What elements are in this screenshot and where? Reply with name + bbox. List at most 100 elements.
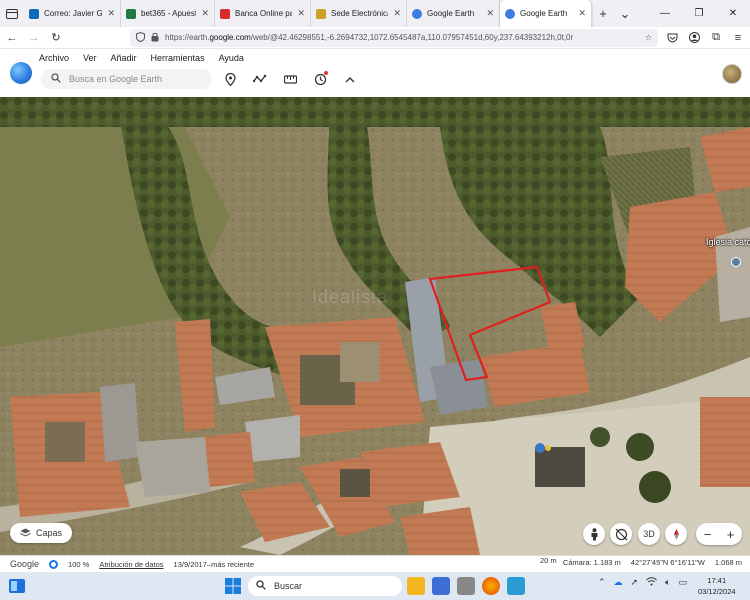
layers-button[interactable]: Capas [10, 523, 73, 543]
history-icon[interactable] [312, 71, 328, 87]
forward-button[interactable]: → [26, 30, 42, 46]
bookmark-star-icon[interactable]: ☆ [645, 33, 652, 42]
clock-date: 03/12/2024 [698, 587, 736, 596]
tab-title: Banca Online para e [235, 9, 292, 18]
back-button[interactable]: ← [4, 30, 20, 46]
account-icon[interactable] [686, 30, 702, 46]
address-bar[interactable]: https://earth.google.com/web/@42.4629855… [130, 28, 658, 47]
store-icon[interactable] [457, 577, 475, 595]
toggle-3d-button[interactable]: 3D [638, 523, 660, 545]
url-text: https://earth.google.com/web/@42.4629855… [165, 33, 574, 42]
taskbar-search-label: Buscar [274, 581, 303, 591]
google-brand: Google [10, 559, 40, 569]
search-icon [256, 580, 266, 592]
compass-icon[interactable] [665, 523, 687, 545]
camera-altitude: Cámara: 1.183 m [562, 558, 621, 567]
tab-close-icon[interactable]: ✕ [393, 8, 401, 19]
menu-item[interactable]: Archivo [39, 53, 69, 63]
place-label[interactable]: Iglesia cató [706, 237, 750, 247]
satellite-map-view[interactable]: Idealista Iglesia cató Capas 3D − + [0, 97, 750, 555]
zoom-controls: − + [696, 523, 742, 545]
browser-tab[interactable]: Correo: Javier Gonz ✕ [24, 0, 121, 27]
lock-icon[interactable] [151, 32, 159, 44]
onedrive-icon[interactable]: ☁ [614, 577, 623, 588]
wifi-icon[interactable] [646, 577, 657, 588]
place-pin-icon[interactable] [731, 257, 741, 267]
clock-time: 17:41 [707, 576, 727, 585]
menu-item[interactable]: Añadir [111, 53, 137, 63]
menu-item[interactable]: Ayuda [219, 53, 244, 63]
widgets-icon[interactable] [8, 578, 26, 594]
tab-favicon-icon [505, 8, 515, 19]
search-input[interactable]: Busca en Google Earth [41, 69, 212, 89]
tab-close-icon[interactable]: ✕ [201, 8, 209, 19]
search-icon [51, 73, 61, 85]
browser-tab[interactable]: Sede Electrónica de ✕ [311, 0, 407, 27]
clock[interactable]: 17:41 03/12/2024 [698, 575, 736, 597]
toggle-3d-label: 3D [643, 529, 655, 539]
pocket-icon[interactable] [664, 30, 680, 46]
tab-title: bet365 - Apuestas d [141, 9, 197, 18]
minimize-button[interactable]: — [648, 0, 682, 27]
reload-button[interactable]: ↻ [48, 30, 64, 46]
draw-path-icon[interactable] [252, 71, 268, 87]
firefox-icon[interactable] [482, 577, 500, 595]
pegman-street-view-icon[interactable] [583, 523, 605, 545]
placemark-pin-icon[interactable] [222, 71, 238, 87]
tab-close-icon[interactable]: ✕ [107, 8, 115, 19]
tab-title: Sede Electrónica de [331, 9, 389, 18]
battery-icon[interactable]: ▭ [679, 577, 688, 588]
loading-ring-icon [49, 559, 59, 569]
tab-close-icon[interactable]: ✕ [297, 8, 305, 19]
tab-close-icon[interactable]: ✕ [486, 8, 494, 19]
zoom-in-button[interactable]: + [719, 523, 742, 545]
maximize-button[interactable]: ❐ [682, 0, 716, 27]
browser-tab[interactable]: Google Earth ✕ [500, 0, 592, 27]
reset-view-compass-icon[interactable] [610, 523, 632, 545]
layers-label: Capas [36, 528, 63, 538]
share-icon[interactable]: ➚ [631, 577, 639, 588]
notification-dot [324, 71, 328, 75]
tab-favicon-icon [126, 8, 136, 19]
menu-bar: Archivo Ver Añadir Herramientas Ayuda [39, 53, 244, 63]
ruler-icon[interactable] [282, 71, 298, 87]
menu-item[interactable]: Ver [83, 53, 97, 63]
tab-favicon-icon [29, 8, 39, 19]
extensions-icon[interactable]: ⧉ [708, 30, 724, 46]
start-windows-icon[interactable] [225, 578, 241, 594]
menu-item[interactable]: Herramientas [151, 53, 205, 63]
zoom-out-button[interactable]: − [696, 523, 719, 545]
coordinates-readout: Cámara: 1.183 m 42°27'45"N 6°16'11"W 1.0… [563, 558, 742, 567]
satellite-imagery [0, 97, 750, 555]
app-menu-icon[interactable]: ≡ [730, 30, 746, 46]
shield-icon[interactable] [136, 31, 145, 44]
earth-logo-icon[interactable] [10, 62, 32, 84]
app-icon[interactable] [507, 577, 525, 595]
tab-favicon-icon [220, 8, 230, 19]
tab-list-icon[interactable] [0, 0, 24, 27]
volume-icon[interactable]: 🔈︎ [665, 577, 670, 588]
collapse-toolbar-icon[interactable] [342, 71, 358, 87]
tab-overflow-icon[interactable]: ⌄ [614, 0, 636, 27]
browser-tab[interactable]: bet365 - Apuestas d ✕ [121, 0, 215, 27]
tab-title: Google Earth [520, 9, 568, 18]
user-avatar[interactable] [722, 64, 742, 84]
chevron-up-icon[interactable]: ⌃ [598, 577, 606, 588]
layers-icon [20, 528, 31, 538]
scale-label: 20 m [540, 556, 557, 565]
new-tab-button[interactable]: + [592, 0, 614, 27]
tab-close-icon[interactable]: ✕ [578, 8, 586, 19]
file-explorer-icon[interactable] [407, 577, 425, 595]
browser-tab-strip: Correo: Javier Gonz ✕ bet365 - Apuestas d ✕… [0, 0, 750, 27]
elevation: 1.068 m [714, 558, 742, 567]
tab-favicon-icon [412, 8, 422, 19]
imagery-date: 13/9/2017–más reciente [173, 559, 255, 569]
outlook-icon[interactable] [432, 577, 450, 595]
browser-tab[interactable]: Google Earth ✕ [407, 0, 500, 27]
taskbar-search-input[interactable]: Buscar [248, 576, 402, 596]
close-window-button[interactable]: ✕ [716, 0, 750, 27]
earth-header: Archivo Ver Añadir Herramientas Ayuda Busca … [0, 49, 750, 97]
browser-tab[interactable]: Banca Online para e ✕ [215, 0, 311, 27]
navigation-bar: ← → ↻ https://earth.google.com/web/@42.4… [0, 27, 750, 49]
data-attribution-link[interactable]: Atribución de datos [99, 560, 163, 569]
